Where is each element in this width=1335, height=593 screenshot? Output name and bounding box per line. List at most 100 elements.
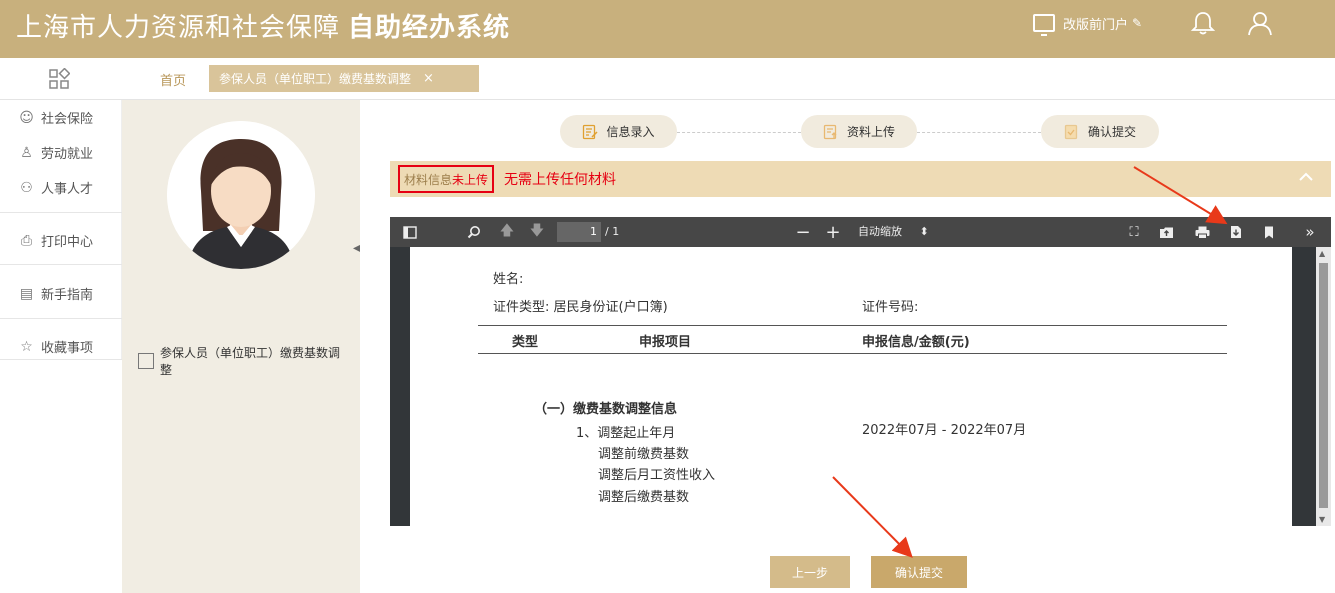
download-icon[interactable] <box>1226 217 1246 247</box>
sidebar-item-guide[interactable]: ▤ 新手指南 <box>18 284 93 304</box>
divider <box>0 264 122 265</box>
material-label: 材料信息 <box>404 172 453 187</box>
step-label: 信息录入 <box>606 125 655 139</box>
previous-page-icon[interactable]: 🡅 <box>497 217 517 247</box>
star-icon: ☆ <box>20 338 33 355</box>
service-panel: 参保人员（单位职工）缴费基数调整 <box>122 100 360 593</box>
monitor-icon <box>1033 14 1055 36</box>
bookmark-icon[interactable] <box>1259 217 1279 247</box>
previous-step-button[interactable]: 上一步 <box>770 556 850 588</box>
table-rule <box>478 353 1227 354</box>
step-info-entry: 信息录入 <box>560 115 677 148</box>
employment-icon: ♙ <box>20 144 33 161</box>
material-message: 无需上传任何材料 <box>504 172 617 188</box>
chevron-up-icon[interactable] <box>1297 168 1315 186</box>
sidebar-item-print-center[interactable]: ⎙ 打印中心 <box>18 231 94 251</box>
edit-doc-icon <box>583 124 599 139</box>
fullscreen-icon[interactable]: ⛶ <box>1124 217 1144 247</box>
step-confirm-submit: 确认提交 <box>1041 115 1159 148</box>
doc-section-title: （一）缴费基数调整信息 <box>534 402 678 417</box>
tab-home[interactable]: 首页 <box>160 70 186 89</box>
pdf-scrollbar[interactable]: ▲ ▼ <box>1316 247 1331 526</box>
avatar <box>167 121 315 269</box>
divider <box>0 212 122 213</box>
service-item-label: 参保人员（单位职工）缴费基数调整 <box>160 346 341 377</box>
sidebar-item-label: 收藏事项 <box>41 341 94 356</box>
doc-id-number-label: 证件号码: <box>862 300 919 315</box>
menu-grid-icon[interactable] <box>48 68 70 90</box>
more-tools-icon[interactable]: » <box>1299 217 1321 247</box>
sidebar-toggle-icon[interactable] <box>400 217 420 247</box>
tab-bar: 首页 参保人员（单位职工）缴费基数调整 × <box>0 58 1335 100</box>
pdf-page: 姓名: 证件类型: 居民身份证(户口簿) 证件号码: 类型 申报项目 申报信息/… <box>410 247 1292 526</box>
top-header: 上海市人力资源和社会保障 自助经办系统 改版前门户 ✎ <box>0 0 1335 58</box>
progress-steps: 信息录入 资料上传 确认提交 <box>360 115 1335 149</box>
zoom-select[interactable]: 自动缩放 ⬍ <box>858 217 929 247</box>
app-title-regular: 上海市人力资源和社会保障 <box>16 13 341 43</box>
service-item-contribution-adjust[interactable]: 参保人员（单位职工）缴费基数调整 <box>138 345 348 379</box>
check-doc-icon <box>1064 124 1078 139</box>
sidebar-item-label: 人事人才 <box>41 182 94 197</box>
material-status-box: 材料信息 未上传 <box>398 165 495 193</box>
guide-icon: ▤ <box>19 285 34 302</box>
print-icon[interactable] <box>1192 217 1212 247</box>
sidebar-item-label: 打印中心 <box>41 235 94 250</box>
zoom-select-value: 自动缩放 <box>858 225 902 238</box>
old-portal-link[interactable]: 改版前门户 ✎ <box>1033 11 1143 36</box>
sidebar: ☺ 社会保险 ♙ 劳动就业 ⚇ 人事人才 ⎙ 打印中心 ▤ 新手指南 ☆ 收藏事… <box>0 100 122 360</box>
sidebar-item-favorites[interactable]: ☆ 收藏事项 <box>18 337 94 357</box>
social-insurance-icon: ☺ <box>19 109 34 126</box>
doc-row-period: 1、调整起止年月 <box>576 426 676 441</box>
doc-row-period-value: 2022年07月 - 2022年07月 <box>862 423 1027 438</box>
sidebar-item-talent[interactable]: ⚇ 人事人才 <box>18 178 94 198</box>
page-number-input[interactable]: 1 <box>557 222 601 242</box>
chevron-updown-icon: ⬍ <box>919 225 929 238</box>
sidebar-item-employment[interactable]: ♙ 劳动就业 <box>18 143 94 163</box>
scroll-down-icon[interactable]: ▼ <box>1319 515 1325 524</box>
search-icon[interactable] <box>464 217 484 247</box>
talent-icon: ⚇ <box>20 179 33 196</box>
pdf-viewer: 🡅 🡇 1 / 1 − + 自动缩放 ⬍ ⛶ » 姓名: 证件类型: 居民身份证… <box>390 217 1331 526</box>
doc-id-type: 证件类型: 居民身份证(户口簿) <box>493 296 668 315</box>
step-label: 资料上传 <box>846 125 895 139</box>
next-page-icon[interactable]: 🡇 <box>527 217 547 247</box>
scroll-up-icon[interactable]: ▲ <box>1319 249 1325 258</box>
upload-doc-icon <box>823 124 837 139</box>
doc-row-base-after: 调整后缴费基数 <box>598 490 690 505</box>
scroll-thumb[interactable] <box>1319 263 1328 508</box>
pdf-toolbar: 🡅 🡇 1 / 1 − + 自动缩放 ⬍ ⛶ » <box>390 217 1331 247</box>
app-title: 上海市人力资源和社会保障 自助经办系统 <box>16 7 510 44</box>
old-portal-label: 改版前门户 <box>1063 17 1129 33</box>
step-material-upload: 资料上传 <box>801 115 917 148</box>
confirm-submit-button[interactable]: 确认提交 <box>871 556 967 588</box>
form-icon <box>138 353 154 369</box>
step-label: 确认提交 <box>1087 125 1136 139</box>
app-title-bold: 自助经办系统 <box>348 13 511 43</box>
doc-row-income-after: 调整后月工资性收入 <box>598 468 716 483</box>
bell-icon[interactable] <box>1190 10 1216 36</box>
main-content: 信息录入 资料上传 确认提交 材料信息 未上传 无需上传任何材料 🡅 🡇 1 /… <box>360 100 1335 593</box>
divider <box>0 318 122 319</box>
doc-col-item: 申报项目 <box>639 335 692 350</box>
sidebar-item-social-insurance[interactable]: ☺ 社会保险 <box>18 108 93 128</box>
doc-col-type: 类型 <box>512 335 539 350</box>
pencil-icon: ✎ <box>1132 16 1143 30</box>
sidebar-item-label: 劳动就业 <box>41 147 94 162</box>
step-connector <box>917 132 1041 133</box>
user-icon[interactable] <box>1247 10 1273 36</box>
material-info-bar: 材料信息 未上传 无需上传任何材料 <box>390 161 1331 197</box>
tab-contribution-adjust[interactable]: 参保人员（单位职工）缴费基数调整 × <box>209 65 479 92</box>
divider <box>0 359 122 360</box>
zoom-out-icon[interactable]: − <box>793 217 813 247</box>
printer-icon: ⎙ <box>20 232 33 249</box>
doc-name-label: 姓名: <box>493 272 524 287</box>
zoom-in-icon[interactable]: + <box>823 217 843 247</box>
avatar-illustration <box>167 121 315 269</box>
step-connector <box>677 132 801 133</box>
close-icon[interactable]: × <box>423 71 434 86</box>
open-file-icon[interactable] <box>1156 217 1176 247</box>
doc-col-info: 申报信息/金额(元) <box>862 335 970 350</box>
table-rule <box>478 325 1227 326</box>
doc-id-type-label: 证件类型: <box>493 300 550 315</box>
material-status: 未上传 <box>452 172 489 187</box>
